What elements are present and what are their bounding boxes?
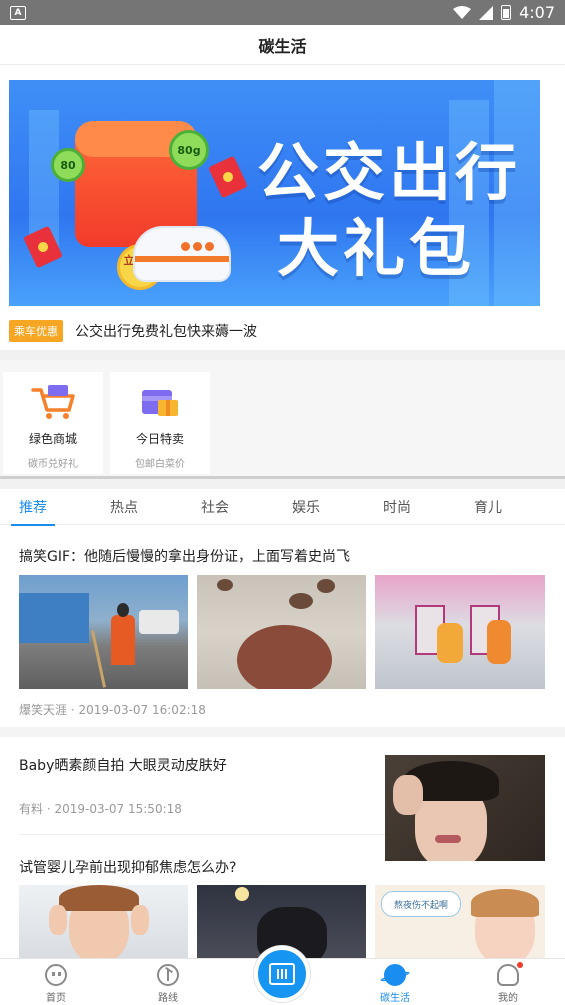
section-divider <box>0 350 565 360</box>
feed-meta: 有料 · 2019-03-07 15:50:18 <box>19 802 182 816</box>
tab-society[interactable]: 社会 <box>185 489 245 525</box>
feed-title: 搞笑GIF：他随后慢慢的拿出身份证，上面写着史尚飞 <box>19 549 351 565</box>
train-illustration <box>133 226 231 282</box>
feed-separator <box>0 727 565 737</box>
shopping-cart-icon <box>29 382 77 422</box>
promo-text: 公交出行免费礼包快来薅一波 <box>75 324 257 340</box>
feed-thumbnail[interactable] <box>19 885 188 958</box>
tab-parenting[interactable]: 育儿 <box>458 489 518 525</box>
shortcut-title: 今日特卖 <box>135 432 184 446</box>
route-icon <box>157 964 179 986</box>
tab-fashion[interactable]: 时尚 <box>367 489 427 525</box>
carbon-bubble: 80 <box>51 148 85 182</box>
shortcut-grid: 绿色商城 碳币兑好礼 今日特卖 包邮白菜价 <box>0 360 565 476</box>
planet-icon <box>379 964 411 986</box>
app-notification-icon: A <box>10 5 26 20</box>
feed-thumbnail[interactable] <box>385 755 545 861</box>
shortcut-title: 绿色商城 <box>28 432 77 446</box>
nav-carbon-life[interactable]: 碳生活 <box>355 959 435 1005</box>
feed-thumbnail[interactable] <box>375 575 545 689</box>
scan-icon <box>269 963 295 985</box>
promo-row[interactable]: 乘车优惠 公交出行免费礼包快来薅一波 <box>9 318 556 344</box>
nav-label: 路线 <box>158 993 178 1004</box>
feed-title: Baby晒素颜自拍 大眼灵动皮肤好 <box>19 758 227 774</box>
status-time: 4:07 <box>519 3 555 22</box>
nav-mine[interactable]: 我的 <box>468 959 548 1005</box>
shortcut-subtitle: 包邮白菜价 <box>135 459 185 470</box>
promo-banner[interactable]: 立即领取 80g 80 公交出行 大礼包 <box>9 80 540 306</box>
home-face-icon <box>45 964 67 986</box>
shortcut-daily-deals[interactable]: 今日特卖 包邮白菜价 <box>110 372 210 474</box>
promo-tag: 乘车优惠 <box>9 320 63 342</box>
battery-icon <box>501 5 512 20</box>
carbon-bubble: 80g <box>169 130 209 170</box>
status-bar: A 4:07 <box>0 0 565 25</box>
nav-label: 首页 <box>46 993 66 1004</box>
signal-icon <box>479 5 494 20</box>
wifi-icon <box>453 5 472 19</box>
feed-thumbnail[interactable] <box>197 575 366 689</box>
feed-meta: 爆笑天涯 · 2019-03-07 16:02:18 <box>19 703 206 717</box>
gift-card-icon <box>136 382 184 422</box>
banner-headline-2: 大礼包 <box>277 212 476 285</box>
feed-title: 试管婴儿孕前出现抑郁焦虑怎么办? <box>19 860 237 876</box>
category-tabs: 推荐 热点 社会 娱乐 时尚 育儿 <box>0 489 565 526</box>
tab-entertainment[interactable]: 娱乐 <box>276 489 336 525</box>
envelope-icon <box>208 155 248 199</box>
tab-recommend[interactable]: 推荐 <box>3 489 63 526</box>
feed-separator <box>19 834 385 835</box>
feed-thumbnail[interactable] <box>19 575 188 689</box>
tab-hot[interactable]: 热点 <box>94 489 154 525</box>
feed-thumbnail[interactable]: 熬夜伤不起啊 <box>375 885 545 958</box>
comic-caption: 熬夜伤不起啊 <box>381 891 461 917</box>
shortcut-subtitle: 碳币兑好礼 <box>28 459 78 470</box>
scan-button[interactable] <box>254 946 310 1002</box>
section-divider <box>0 479 565 489</box>
nav-route[interactable]: 路线 <box>128 959 208 1005</box>
shortcut-green-mall[interactable]: 绿色商城 碳币兑好礼 <box>3 372 103 474</box>
nav-home[interactable]: 首页 <box>16 959 96 1005</box>
nav-label: 我的 <box>498 993 518 1004</box>
nav-label: 碳生活 <box>380 993 410 1004</box>
user-icon <box>497 962 523 986</box>
page-title: 碳生活 <box>0 25 565 65</box>
